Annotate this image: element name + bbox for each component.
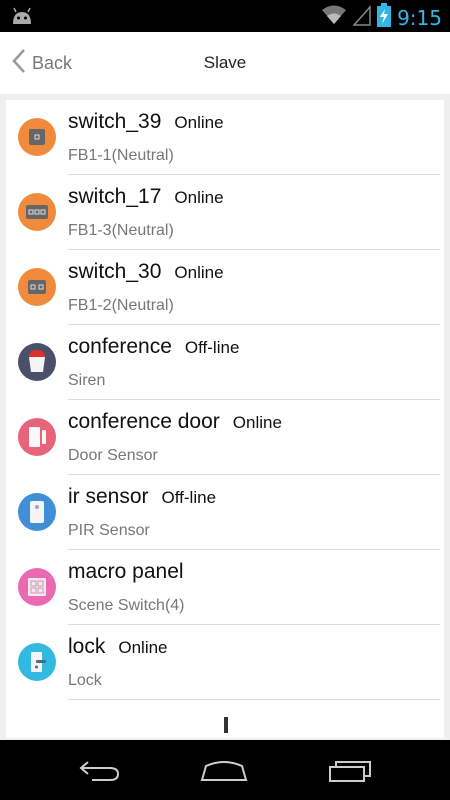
device-status: Online	[118, 638, 168, 657]
wifi-icon	[321, 4, 347, 31]
device-status: Online	[174, 263, 224, 282]
device-list: switch_39 Online FB1-1(Neutral) switch_1…	[6, 100, 444, 738]
device-name: macro panel	[68, 560, 184, 583]
device-name: conference door	[68, 410, 220, 433]
navigation-bar	[0, 740, 450, 800]
device-name: lock	[68, 635, 106, 658]
device-type: Siren	[68, 372, 106, 389]
divider	[68, 699, 440, 700]
device-status: Off-line	[184, 338, 240, 357]
scene-switch-icon	[18, 568, 56, 606]
clock-time: 9:15	[397, 5, 442, 30]
switch-one-gang-icon	[18, 118, 56, 156]
device-status: Online	[174, 188, 224, 207]
battery-charging-icon	[377, 3, 392, 32]
device-type: FB1-1(Neutral)	[68, 147, 174, 164]
device-type: PIR Sensor	[68, 522, 150, 539]
device-status: Online	[174, 113, 224, 132]
device-type: FB1-2(Neutral)	[68, 297, 174, 314]
recent-apps-icon[interactable]	[328, 758, 374, 787]
device-type: Lock	[68, 672, 102, 689]
list-item[interactable]: switch_39 Online FB1-1(Neutral)	[6, 100, 444, 175]
home-nav-icon[interactable]	[200, 758, 248, 787]
list-item[interactable]: ir sensor Off-line PIR Sensor	[6, 475, 444, 550]
device-type: FB1-3(Neutral)	[68, 222, 174, 239]
list-item[interactable]: macro panel Scene Switch(4)	[6, 550, 444, 625]
device-name: ir sensor	[68, 485, 149, 508]
device-name: switch_17	[68, 185, 162, 208]
device-type: Scene Switch(4)	[68, 597, 185, 614]
list-item[interactable]: conference Off-line Siren	[6, 325, 444, 400]
pir-sensor-icon	[18, 493, 56, 531]
device-name: conference	[68, 335, 172, 358]
door-sensor-icon	[18, 418, 56, 456]
scroll-indicator[interactable]	[224, 717, 228, 733]
switch-three-gang-icon	[18, 193, 56, 231]
list-item[interactable]: switch_17 Online FB1-3(Neutral)	[6, 175, 444, 250]
page-title: Slave	[203, 53, 247, 72]
list-item[interactable]: lock Online Lock	[6, 625, 444, 700]
device-status: Online	[232, 413, 282, 432]
switch-two-gang-icon	[18, 268, 56, 306]
app-header: Back Slave	[0, 32, 450, 94]
lock-icon	[18, 643, 56, 681]
list-item[interactable]: conference door Online Door Sensor	[6, 400, 444, 475]
back-nav-icon[interactable]	[78, 758, 122, 787]
status-bar: 9:15	[0, 0, 450, 32]
siren-icon	[18, 343, 56, 381]
list-item[interactable]: switch_30 Online FB1-2(Neutral)	[6, 250, 444, 325]
android-icon	[10, 6, 34, 31]
device-name: switch_30	[68, 260, 162, 283]
signal-icon	[352, 4, 371, 31]
device-type: Door Sensor	[68, 447, 158, 464]
device-name: switch_39	[68, 110, 162, 133]
device-status: Off-line	[161, 488, 217, 507]
